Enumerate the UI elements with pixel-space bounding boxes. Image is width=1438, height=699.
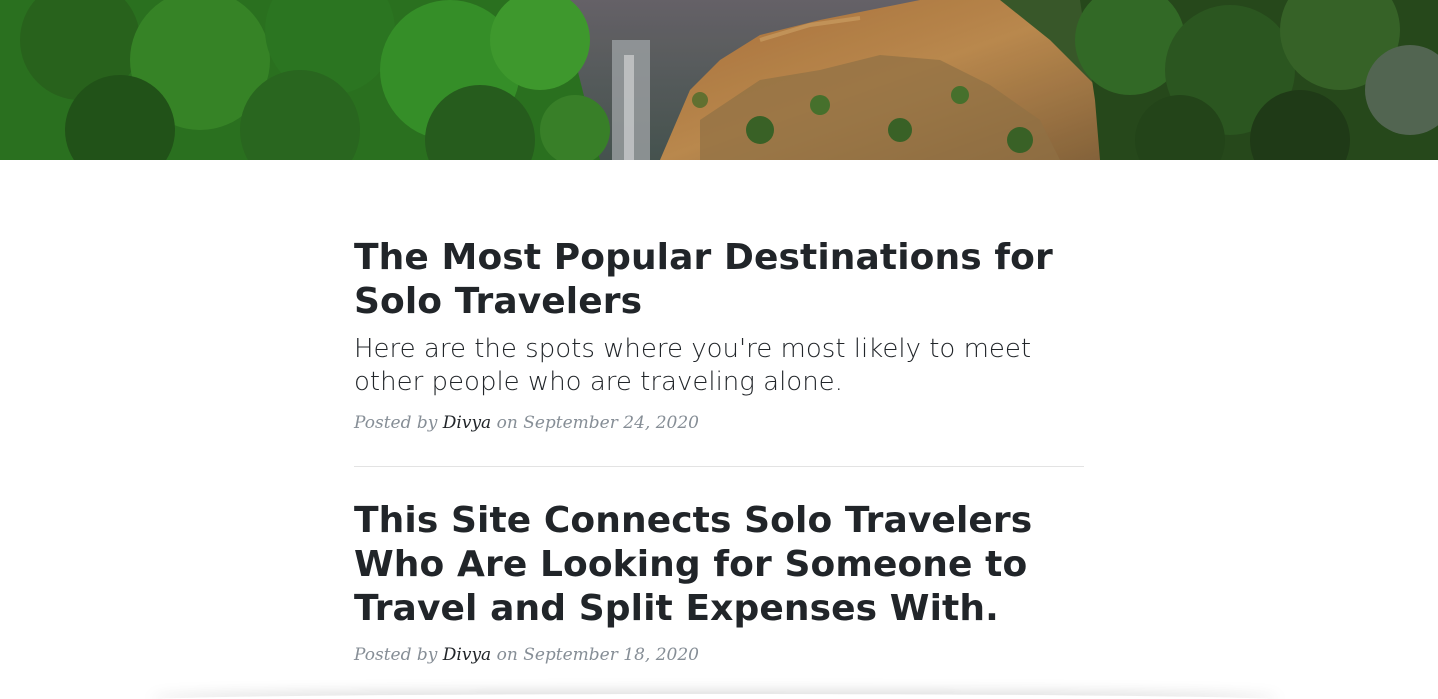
landscape-photo xyxy=(0,0,1438,160)
post-title-link[interactable]: The Most Popular Destinations for Solo T… xyxy=(354,236,1084,324)
post-meta: Posted by Divya on September 18, 2020 xyxy=(354,643,1084,667)
post-list: The Most Popular Destinations for Solo T… xyxy=(354,236,1084,667)
post-date: September 18, 2020 xyxy=(523,645,699,665)
header-banner-image xyxy=(0,0,1438,160)
post-preview: The Most Popular Destinations for Solo T… xyxy=(354,236,1084,435)
posted-by-label: Posted by xyxy=(354,413,443,433)
post-subtitle[interactable]: Here are the spots where you're most lik… xyxy=(354,333,1084,399)
posted-by-label: Posted by xyxy=(354,645,443,665)
author-link[interactable]: Divya xyxy=(443,645,491,665)
post-date: September 24, 2020 xyxy=(523,413,699,433)
bottom-bar-shadow xyxy=(150,694,1280,699)
on-label: on xyxy=(491,413,524,433)
on-label: on xyxy=(491,645,524,665)
post-title-link[interactable]: This Site Connects Solo Travelers Who Ar… xyxy=(354,499,1084,631)
author-link[interactable]: Divya xyxy=(443,413,491,433)
post-preview: This Site Connects Solo Travelers Who Ar… xyxy=(354,499,1084,667)
post-meta: Posted by Divya on September 24, 2020 xyxy=(354,411,1084,435)
post-divider xyxy=(354,466,1084,467)
